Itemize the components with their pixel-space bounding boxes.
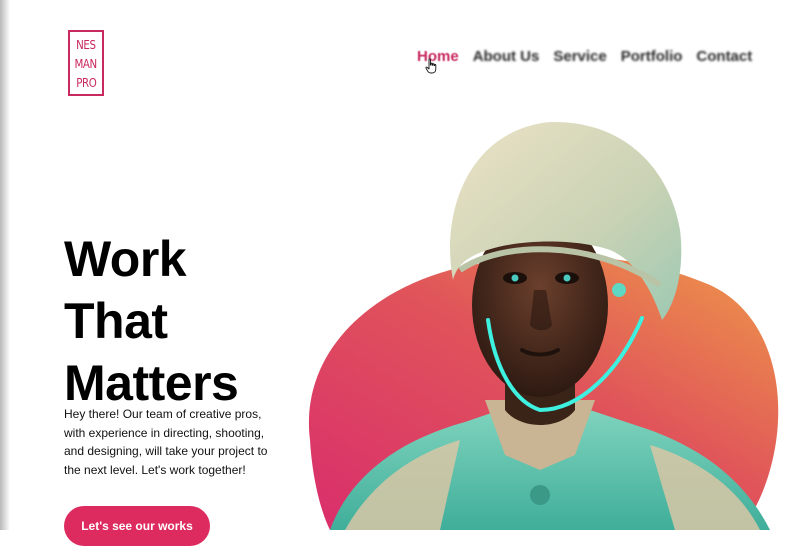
nav-about-link[interactable]: About Us (473, 48, 540, 65)
nav-portfolio-link[interactable]: Portfolio (621, 48, 683, 65)
hero-headline: Work That Matters (64, 228, 239, 414)
logo-line-2: MAN (74, 55, 98, 71)
hero-portrait-image (308, 121, 779, 530)
window-edge-shadow (0, 0, 10, 530)
main-nav: Home About Us Service Portfolio Contact (417, 48, 752, 65)
logo-line-1: NES (76, 36, 96, 52)
headline-line-2: That (64, 293, 168, 349)
headline-line-1: Work (64, 231, 187, 287)
hand-cursor-icon (425, 58, 437, 74)
hero-intro-text: Hey there! Our team of creative pros, wi… (64, 407, 268, 477)
nav-service-link[interactable]: Service (553, 48, 606, 65)
see-our-works-button[interactable]: Let's see our works (64, 506, 210, 546)
nav-contact-link[interactable]: Contact (696, 48, 752, 65)
logo-line-3: PRO (75, 74, 97, 90)
nav-home-link[interactable]: Home (417, 48, 459, 65)
brand-logo[interactable]: NES MAN PRO (68, 30, 104, 96)
